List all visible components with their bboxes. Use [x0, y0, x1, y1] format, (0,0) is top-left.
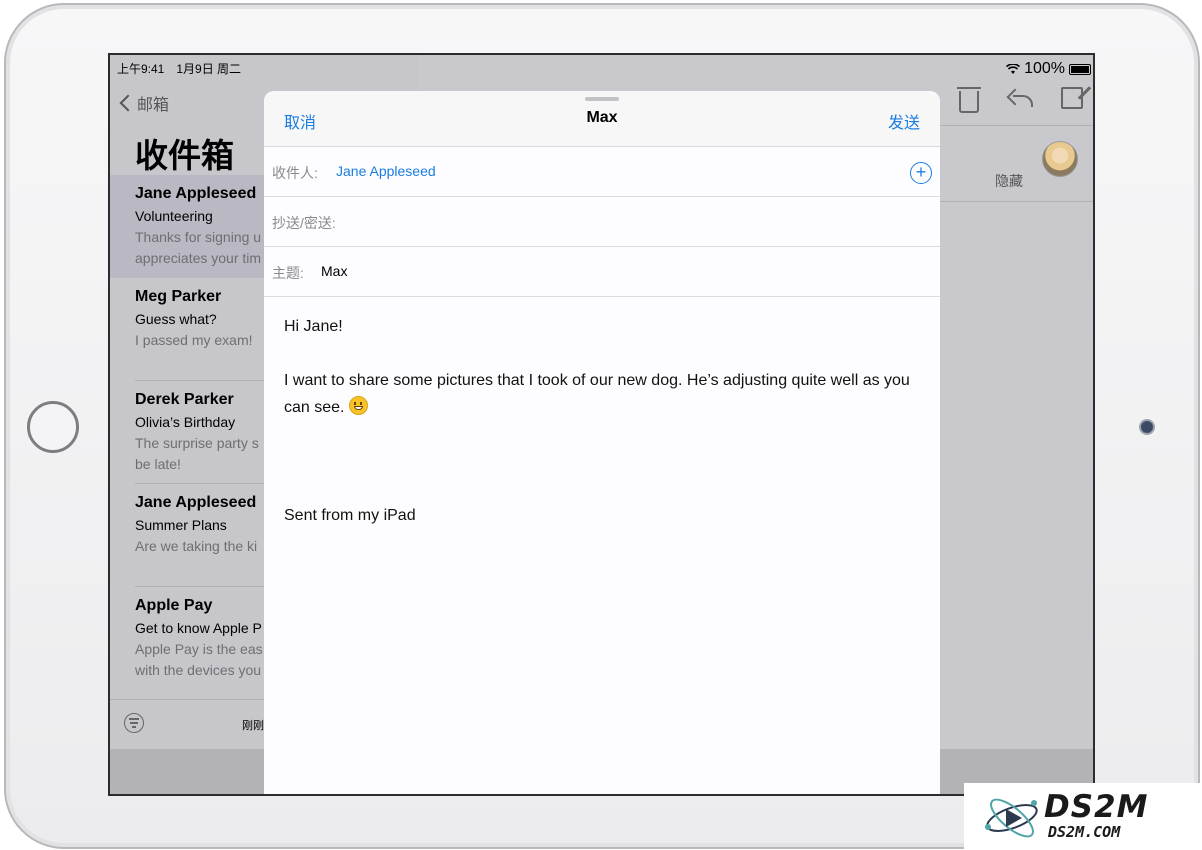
- front-camera: [1139, 419, 1155, 435]
- battery-icon: [1069, 63, 1091, 75]
- back-label: 邮箱: [137, 97, 170, 114]
- compose-header: 取消 Max 发送: [264, 91, 940, 147]
- body-paragraph: I want to share some pictures that I too…: [284, 372, 910, 416]
- hide-details-link[interactable]: 隐藏: [995, 171, 1023, 191]
- compose-sheet: 取消 Max 发送 收件人: Jane Appleseed + 抄送/密送: 主…: [264, 91, 940, 794]
- detail-toolbar: [957, 87, 1083, 113]
- body-signature: Sent from my iPad: [284, 507, 416, 524]
- status-right: 100%: [1006, 60, 1091, 78]
- compose-icon[interactable]: [1061, 87, 1083, 109]
- cc-bcc-label: 抄送/密送:: [272, 215, 336, 231]
- status-bar: 上午9:41 1月9日 周二: [110, 55, 418, 77]
- avatar: [1042, 141, 1078, 177]
- to-recipient[interactable]: Jane Appleseed: [336, 163, 436, 179]
- home-button[interactable]: [27, 401, 79, 453]
- inbox-title: 收件箱: [135, 137, 234, 174]
- message-body[interactable]: Hi Jane! I want to share some pictures t…: [284, 313, 910, 529]
- grinning-face-emoji-icon: [348, 396, 368, 415]
- updated-status: 刚刚: [242, 720, 264, 732]
- body-greeting: Hi Jane!: [284, 318, 343, 335]
- atom-logo-icon: [985, 798, 1038, 838]
- status-time-date: 上午9:41 1月9日 周二: [117, 62, 242, 76]
- send-button[interactable]: 发送: [888, 109, 920, 133]
- watermark-logo: DS2M DS2M.COM: [964, 783, 1202, 850]
- wifi-icon: [1006, 63, 1021, 74]
- cc-bcc-field[interactable]: 抄送/密送:: [264, 197, 940, 247]
- compose-title: Max: [586, 109, 618, 126]
- reply-icon[interactable]: [1007, 87, 1033, 109]
- to-field[interactable]: 收件人: Jane Appleseed +: [264, 147, 940, 197]
- add-contact-icon[interactable]: +: [910, 162, 932, 184]
- subject-field[interactable]: 主题: Max: [264, 247, 940, 297]
- filter-icon[interactable]: [124, 713, 144, 733]
- sheet-grabber[interactable]: [585, 97, 619, 101]
- watermark-title: DS2M: [1044, 789, 1149, 825]
- to-label: 收件人:: [272, 165, 318, 181]
- battery-percent: 100%: [1024, 60, 1065, 77]
- watermark-url: DS2M.COM: [1048, 823, 1121, 841]
- trash-icon[interactable]: [957, 87, 981, 113]
- subject-value[interactable]: Max: [321, 263, 347, 279]
- subject-label: 主题:: [272, 265, 304, 281]
- ipad-screen: 上午9:41 1月9日 周二 邮箱 收件箱 Jane Appleseed Vol…: [108, 53, 1095, 796]
- back-to-mailboxes-button[interactable]: 邮箱: [118, 91, 169, 115]
- chevron-left-icon: [119, 94, 137, 112]
